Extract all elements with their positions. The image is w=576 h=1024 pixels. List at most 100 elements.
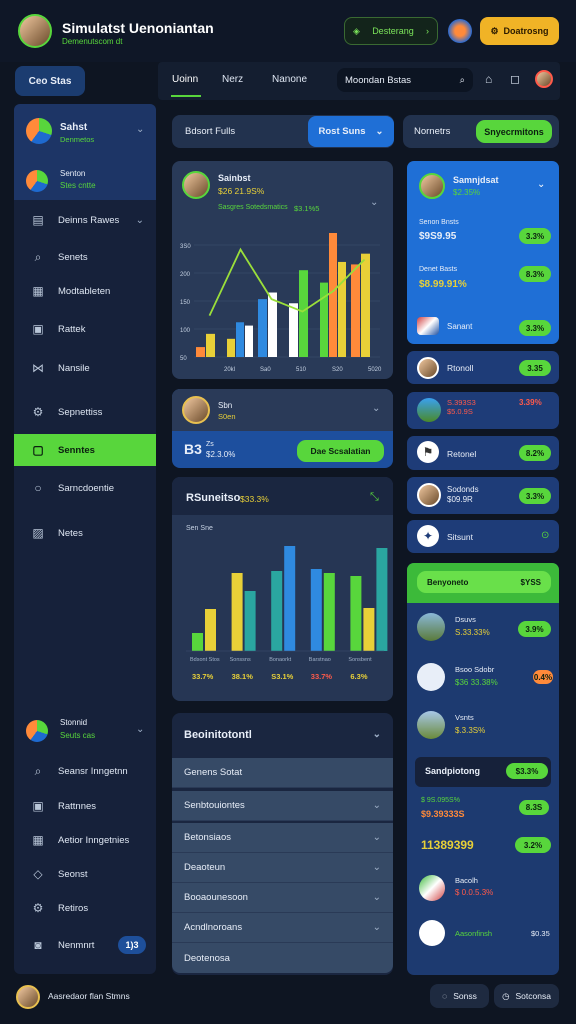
- primary-action-button[interactable]: ⚙ Doatrosng: [480, 17, 559, 45]
- user-avatar[interactable]: [18, 14, 52, 48]
- footer-button-1[interactable]: ◌ Sonss: [430, 984, 489, 1008]
- small-card-label: Retonel: [447, 449, 477, 459]
- tab-home[interactable]: Uoinn: [172, 74, 198, 85]
- accordion-item[interactable]: Booaounesoon ⌄: [172, 883, 393, 913]
- sidebar-item-rattnnes[interactable]: ▣ Rattnnes: [14, 790, 156, 822]
- small-card-avatar: [417, 357, 439, 379]
- primary-action-label: Doatrosng: [503, 26, 549, 36]
- chevron-down-icon[interactable]: ⌄: [136, 124, 144, 135]
- accordion-item[interactable]: Deotenosa: [172, 943, 393, 973]
- status-chip-label: Desterang: [372, 26, 414, 36]
- sidebar-item-share[interactable]: ⋈ Nansile: [14, 352, 156, 384]
- small-card[interactable]: S.393S3 $5.0.9S 3.39%: [407, 392, 559, 429]
- app-subtitle: Demenutscom dt: [62, 37, 123, 46]
- accordion-item[interactable]: Betonsiaos ⌄: [172, 823, 393, 853]
- bar: [258, 299, 267, 357]
- filter-select[interactable]: Bdsort Fulls: [185, 126, 235, 137]
- sync-button[interactable]: Snyecrmitons: [476, 120, 552, 143]
- shield-icon: ◈: [353, 25, 360, 36]
- bar: [206, 333, 215, 357]
- bar: [361, 253, 370, 357]
- bar: [363, 608, 375, 651]
- profile-icon[interactable]: [535, 70, 553, 88]
- chart-logo-icon: [26, 720, 48, 742]
- panel-item-badge: 3.9%: [518, 621, 551, 637]
- accordion-item[interactable]: Deaoteun ⌄: [172, 853, 393, 883]
- bar: [271, 571, 283, 651]
- featured-avatar: [419, 173, 445, 199]
- search-box[interactable]: Moondan Bstas ⌕: [337, 68, 473, 92]
- chart-logo-icon: [26, 118, 52, 144]
- sidebar-item-label: Deinns Rawes: [58, 214, 120, 226]
- featured-line2-badge: 8.3%: [519, 266, 551, 282]
- footer-button-2[interactable]: ◷ Sotconsa: [494, 984, 559, 1008]
- chart-sub-label: Sasgres Sotedsmatics: [218, 204, 288, 211]
- landscape-icon: [417, 398, 441, 422]
- x-tick-label: Bdsont Stos: [190, 657, 220, 663]
- chart-sub-value: $3.1%5: [294, 204, 320, 213]
- sidebar-item-aetior[interactable]: ▦ Aetior Inngetnies: [14, 824, 156, 856]
- sidebar-item-netes[interactable]: ▨ Netes: [14, 517, 156, 549]
- mid-card-sub: S0en: [218, 412, 236, 421]
- app-header: Simulatst Uenoniantan Demenutscom dt ◈ D…: [0, 0, 576, 62]
- chat-icon: ◌: [442, 991, 448, 1001]
- small-card[interactable]: ✦ Sitsunt ⊙: [407, 520, 559, 553]
- notification-icon[interactable]: ◻: [510, 72, 520, 86]
- panel-item-name: Vsnts: [455, 713, 474, 722]
- settings-icon[interactable]: ⊙: [541, 530, 549, 541]
- sidebar-item-active[interactable]: ▢ Senntes: [14, 434, 156, 466]
- small-card[interactable]: ⚑ Retonel 8.2%: [407, 436, 559, 470]
- small-card[interactable]: Sodonds $09.9R 3.3%: [407, 477, 559, 514]
- x-tick-label: 5020: [368, 367, 382, 373]
- sidebar-item-search[interactable]: ○ Sarncdoentie: [14, 472, 156, 504]
- chevron-down-icon: ⌄: [375, 126, 384, 137]
- sidebar-bottom-sub: Seuts cas: [60, 731, 96, 740]
- chevron-down-icon: ⌄: [372, 922, 381, 933]
- sidebar-item-retiros[interactable]: ⚙ Retiros: [14, 892, 156, 924]
- x-tick-label: Sonssns: [230, 657, 251, 663]
- chevron-down-icon[interactable]: ⌄: [537, 179, 545, 190]
- chevron-down-icon[interactable]: ⌄: [136, 724, 144, 735]
- globe-icon[interactable]: [448, 19, 472, 43]
- lock-icon[interactable]: ⌂: [485, 72, 492, 86]
- user-icon: [419, 920, 445, 946]
- accordion-header[interactable]: Beoinitotontl ⌄: [172, 713, 393, 756]
- bottom-panel-header[interactable]: Benyoneto $YSS: [417, 571, 551, 593]
- x-tick-label: 20kl: [224, 367, 235, 373]
- footer-avatar[interactable]: [16, 985, 40, 1009]
- small-card-label: S.393S3 $5.0.9S: [447, 398, 476, 416]
- expand-icon[interactable]: ⤡: [370, 491, 379, 504]
- big-badge: 3.2%: [515, 837, 551, 853]
- left-nav-button[interactable]: Ceo Stas: [15, 66, 85, 96]
- chart2-title: RSuneitso: [186, 492, 241, 504]
- sort-select[interactable]: Rost Suns ⌄: [308, 116, 394, 147]
- calendar-icon: ▦: [32, 284, 44, 298]
- status-chip[interactable]: ◈ Desterang ›: [344, 17, 438, 45]
- sidebar-item-label: Rattek: [58, 323, 86, 335]
- accordion-item[interactable]: Senbtouiontes ⌄: [172, 791, 393, 821]
- chevron-down-icon[interactable]: ⌄: [372, 403, 380, 414]
- sidebar-item-grid[interactable]: ▤ Deinns Rawes ⌄: [14, 204, 156, 236]
- sidebar-item-chat[interactable]: ◙ Nenmnrt 1)3: [14, 929, 156, 961]
- tab-news[interactable]: Nerz: [222, 74, 243, 85]
- search-icon: ⌕: [34, 249, 42, 264]
- accordion-title: Beoinitotontl: [184, 728, 252, 741]
- bar: [236, 322, 244, 357]
- chevron-down-icon[interactable]: ⌄: [370, 197, 378, 208]
- sidebar-item-search-insights[interactable]: ⌕ Seansr Inngetnn: [14, 755, 156, 787]
- sidebar-item-rattek[interactable]: ▣ Rattek: [14, 313, 156, 345]
- chevron-down-icon: ⌄: [372, 832, 381, 843]
- sidebar-item-tag[interactable]: ◇ Seonst: [14, 858, 156, 890]
- sidebar-item-senets[interactable]: ⌕ Senets: [14, 241, 156, 273]
- sidebar-item-calendar[interactable]: ▦ Modtableten: [14, 275, 156, 307]
- small-card[interactable]: Rtonoll 3.35: [407, 351, 559, 384]
- tab-names[interactable]: Nanone: [272, 74, 307, 85]
- sidebar-profile-name[interactable]: Sahst: [60, 122, 87, 133]
- accordion-item[interactable]: Genens Sotat: [172, 758, 393, 788]
- sidebar-item-settings[interactable]: ⚙ Sepnettiss: [14, 396, 156, 428]
- accordion-item[interactable]: Acndlnoroans ⌄: [172, 913, 393, 943]
- bar: [351, 264, 360, 357]
- tag-icon: ◇: [33, 867, 43, 881]
- footer-user: Aasredaor flan Stmns: [48, 991, 130, 1001]
- view-details-button[interactable]: Dae Scsalatian: [297, 440, 384, 462]
